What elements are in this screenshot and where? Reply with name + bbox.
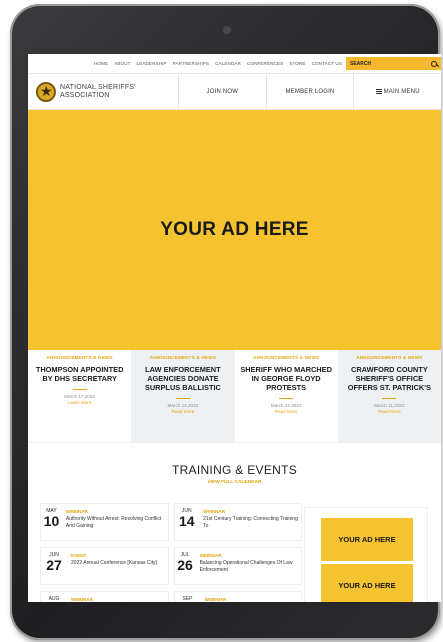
event-date: SEP [175, 592, 201, 602]
event-title[interactable]: Authority Without Arrest: Resolving Conf… [66, 516, 166, 530]
news-date: March 17,2022 [64, 394, 95, 399]
news-more-link[interactable]: Learn More [28, 400, 131, 405]
hero-ad-label: YOUR AD HERE [160, 219, 309, 240]
sidebar-ad-label: YOUR AD HERE [338, 535, 396, 544]
news-card[interactable]: ANNOUNCEMENTS & NEWS LAW ENFORCEMENT AGE… [131, 350, 235, 442]
event-info: EVENT 2022 Annual Conference [Kansas Cit… [67, 548, 159, 584]
hamburger-icon [375, 89, 382, 94]
event-day: 27 [46, 557, 62, 573]
event-date: JUN 27 [41, 548, 67, 584]
news-title[interactable]: SHERIFF WHO MARCHED IN GEORGE FLOYD PROT… [235, 365, 338, 392]
event-date: AUG [41, 592, 67, 602]
sidebar-ad-label: YOUR AD HERE [338, 581, 396, 590]
event-item[interactable]: SEP WEBINAR [173, 591, 302, 602]
training-heading: TRAINING & EVENTS [171, 463, 298, 477]
brand-line-1: NATIONAL SHERIFFS' [60, 83, 136, 91]
event-date: MAY 10 [41, 504, 62, 540]
event-item[interactable]: JUN 14 WEBINAR 21st Century Training: Co… [173, 503, 302, 541]
nav-link-partnerships[interactable]: PARTNERSHIPS [173, 61, 210, 66]
event-day: 14 [179, 513, 195, 529]
sheriff-star-icon [36, 81, 56, 102]
nav-link-conferences[interactable]: CONFERENCES [247, 61, 283, 66]
event-item[interactable]: JUN 27 EVENT 2022 Annual Conference [Kan… [40, 547, 169, 585]
search-input[interactable]: SEARCH [346, 57, 441, 70]
event-type: WEBINAR [203, 509, 226, 514]
event-info: WEBINAR [67, 592, 95, 602]
event-item[interactable]: JUL 26 WEBINAR Balancing Operational Cha… [173, 547, 302, 585]
news-category: ANNOUNCEMENTS & NEWS [252, 355, 320, 360]
event-info: WEBINAR 21st Century Training: Connectin… [199, 504, 301, 540]
join-now-button[interactable]: JOIN NOW [178, 74, 266, 109]
news-strip: ANNOUNCEMENTS & NEWS THOMPSON APPOINTED … [28, 350, 441, 442]
event-list: MAY 10 WEBINAR Authority Without Arrest:… [40, 503, 302, 602]
news-divider [279, 398, 294, 399]
event-type: EVENT [71, 553, 87, 558]
news-date: March 12,2022 [270, 403, 302, 408]
nav-link-leadership[interactable]: LEADERSHIP [137, 61, 167, 66]
news-category: ANNOUNCEMENTS & NEWS [149, 355, 217, 360]
news-more-link[interactable]: Read More [131, 409, 234, 414]
sidebar-ad-panel: YOUR AD HERE YOUR AD HERE [304, 507, 428, 602]
news-card[interactable]: ANNOUNCEMENTS & NEWS CRAWFORD COUNTY SHE… [337, 350, 441, 442]
news-title[interactable]: THOMPSON APPOINTED BY DHS SECRETARY [28, 365, 131, 383]
event-title[interactable]: Balancing Operational Challenges Of Law … [200, 560, 299, 574]
news-divider [175, 398, 190, 399]
member-login-button[interactable]: MEMBER LOGIN [265, 74, 354, 109]
news-title[interactable]: CRAWFORD COUNTY SHERIFF'S OFFICE OFFERS … [338, 365, 441, 392]
event-day: 26 [177, 557, 193, 573]
search-icon[interactable] [431, 60, 437, 67]
event-date: JUL 26 [175, 548, 196, 584]
news-card[interactable]: ANNOUNCEMENTS & NEWS SHERIFF WHO MARCHED… [234, 350, 338, 442]
event-info: WEBINAR [201, 592, 229, 602]
event-type: WEBINAR [204, 597, 227, 602]
site-header: NATIONAL SHERIFFS' ASSOCIATION JOIN NOW … [28, 74, 441, 110]
view-calendar-link[interactable]: VIEW FULL CALENDAR [28, 480, 441, 485]
screen: HOME ABOUT LEADERSHIP PARTNERSHIPS CALEN… [28, 54, 441, 602]
tablet-frame: HOME ABOUT LEADERSHIP PARTNERSHIPS CALEN… [10, 4, 441, 640]
search-placeholder: SEARCH [350, 60, 372, 67]
news-divider [72, 389, 87, 390]
event-item[interactable]: AUG WEBINAR [40, 591, 169, 602]
event-date: JUN 14 [175, 504, 200, 540]
nav-link-about[interactable]: ABOUT [114, 61, 130, 66]
news-more-link[interactable]: Read More [338, 409, 441, 414]
event-type: WEBINAR [71, 597, 93, 602]
news-category: ANNOUNCEMENTS & NEWS [46, 355, 113, 360]
event-month: SEP [182, 596, 193, 602]
brand-name: NATIONAL SHERIFFS' ASSOCIATION [60, 84, 136, 100]
event-info: WEBINAR Authority Without Arrest: Resolv… [62, 504, 168, 540]
main-menu-button[interactable]: MAIN MENU [353, 74, 441, 109]
brand-logo[interactable]: NATIONAL SHERIFFS' ASSOCIATION [28, 81, 178, 102]
training-events-section: TRAINING & EVENTS VIEW FULL CALENDAR MAY… [28, 442, 441, 602]
news-card[interactable]: ANNOUNCEMENTS & NEWS THOMPSON APPOINTED … [28, 350, 132, 442]
news-category: ANNOUNCEMENTS & NEWS [356, 355, 423, 360]
event-day: 10 [43, 513, 60, 529]
nav-link-contact[interactable]: CONTACT US [312, 61, 342, 66]
event-type: WEBINAR [199, 553, 222, 558]
brand-line-2: ASSOCIATION [60, 91, 110, 99]
news-divider [382, 398, 397, 399]
main-menu-label: MAIN MENU [383, 88, 420, 95]
sidebar-ad-1[interactable]: YOUR AD HERE [321, 518, 413, 561]
sidebar-ad-2[interactable]: YOUR AD HERE [321, 564, 413, 602]
event-item[interactable]: MAY 10 WEBINAR Authority Without Arrest:… [40, 503, 169, 541]
event-title[interactable]: 2022 Annual Conference [Kansas City] [71, 560, 157, 567]
news-title[interactable]: LAW ENFORCEMENT AGENCIES DONATE SURPLUS … [131, 365, 234, 392]
camera-icon [223, 26, 231, 34]
nav-link-calendar[interactable]: CALENDAR [215, 61, 241, 66]
nav-link-home[interactable]: HOME [94, 61, 108, 66]
nav-link-store[interactable]: STORE [289, 61, 305, 66]
hero-ad-banner[interactable]: YOUR AD HERE [28, 110, 441, 350]
top-nav-links: HOME ABOUT LEADERSHIP PARTNERSHIPS CALEN… [94, 61, 346, 66]
news-more-link[interactable]: Read More [235, 409, 338, 414]
event-title[interactable]: 21st Century Training: Connecting Traini… [203, 516, 299, 530]
news-date: March 11,2022 [374, 403, 405, 408]
event-month: AUG [48, 596, 60, 602]
top-nav: HOME ABOUT LEADERSHIP PARTNERSHIPS CALEN… [28, 54, 441, 74]
event-info: WEBINAR Balancing Operational Challenges… [196, 548, 301, 584]
news-date: March 14,2022 [167, 403, 199, 408]
event-type: WEBINAR [65, 509, 88, 514]
